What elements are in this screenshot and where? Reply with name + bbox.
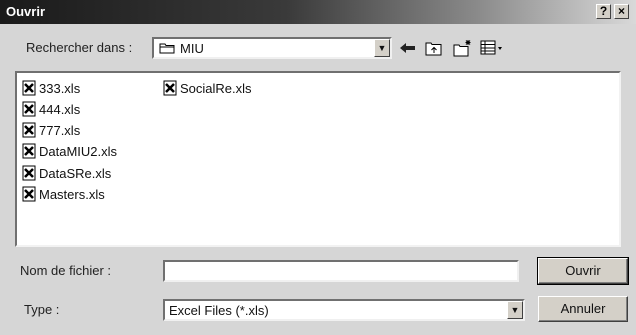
file-item[interactable]: SocialRe.xls <box>162 78 252 98</box>
title-bar: Ouvrir ? × <box>0 0 636 24</box>
window-title: Ouvrir <box>6 4 46 19</box>
file-item[interactable]: 444.xls <box>21 99 80 119</box>
back-arrow-icon[interactable] <box>397 38 419 58</box>
excel-file-icon <box>22 122 36 138</box>
close-button[interactable]: × <box>614 4 629 19</box>
filetype-dropdown[interactable]: Excel Files (*.xls) ▼ <box>163 299 525 321</box>
lookin-value: MIU <box>180 41 204 56</box>
excel-file-icon <box>22 143 36 159</box>
excel-file-icon <box>22 186 36 202</box>
up-folder-icon[interactable] <box>423 38 445 58</box>
excel-file-icon <box>22 165 36 181</box>
file-item[interactable]: 333.xls <box>21 78 80 98</box>
filetype-value: Excel Files (*.xls) <box>169 303 269 318</box>
folder-icon <box>159 43 175 54</box>
file-item[interactable]: DataMIU2.xls <box>21 141 117 161</box>
filename-label: Nom de fichier : <box>20 263 112 278</box>
file-list[interactable]: 333.xls 444.xls 777.xls DataMIU2.xls Dat… <box>15 71 621 247</box>
file-name: DataSRe.xls <box>39 165 112 181</box>
file-item[interactable]: 777.xls <box>21 120 80 140</box>
cancel-button[interactable]: Annuler <box>538 296 628 322</box>
file-name: Masters.xls <box>39 186 105 202</box>
lookin-label: Rechercher dans : <box>26 40 133 55</box>
excel-file-icon <box>22 101 36 117</box>
view-menu-icon[interactable] <box>480 38 502 58</box>
excel-file-icon <box>163 80 177 96</box>
filetype-label: Type : <box>24 302 60 317</box>
file-name: 444.xls <box>39 101 81 117</box>
file-name: SocialRe.xls <box>180 80 252 96</box>
file-name: 777.xls <box>39 122 81 138</box>
file-item[interactable]: Masters.xls <box>21 184 105 204</box>
file-name: DataMIU2.xls <box>39 143 118 159</box>
file-item[interactable]: DataSRe.xls <box>21 163 111 183</box>
help-button[interactable]: ? <box>596 4 611 19</box>
file-name: 333.xls <box>39 80 81 96</box>
excel-file-icon <box>22 80 36 96</box>
open-button[interactable]: Ouvrir <box>537 257 629 285</box>
filename-input[interactable] <box>163 260 519 282</box>
chevron-down-icon[interactable]: ▼ <box>374 39 390 57</box>
new-folder-icon[interactable] <box>452 38 474 58</box>
chevron-down-icon[interactable]: ▼ <box>507 301 523 319</box>
lookin-dropdown[interactable]: MIU ▼ <box>152 37 392 59</box>
